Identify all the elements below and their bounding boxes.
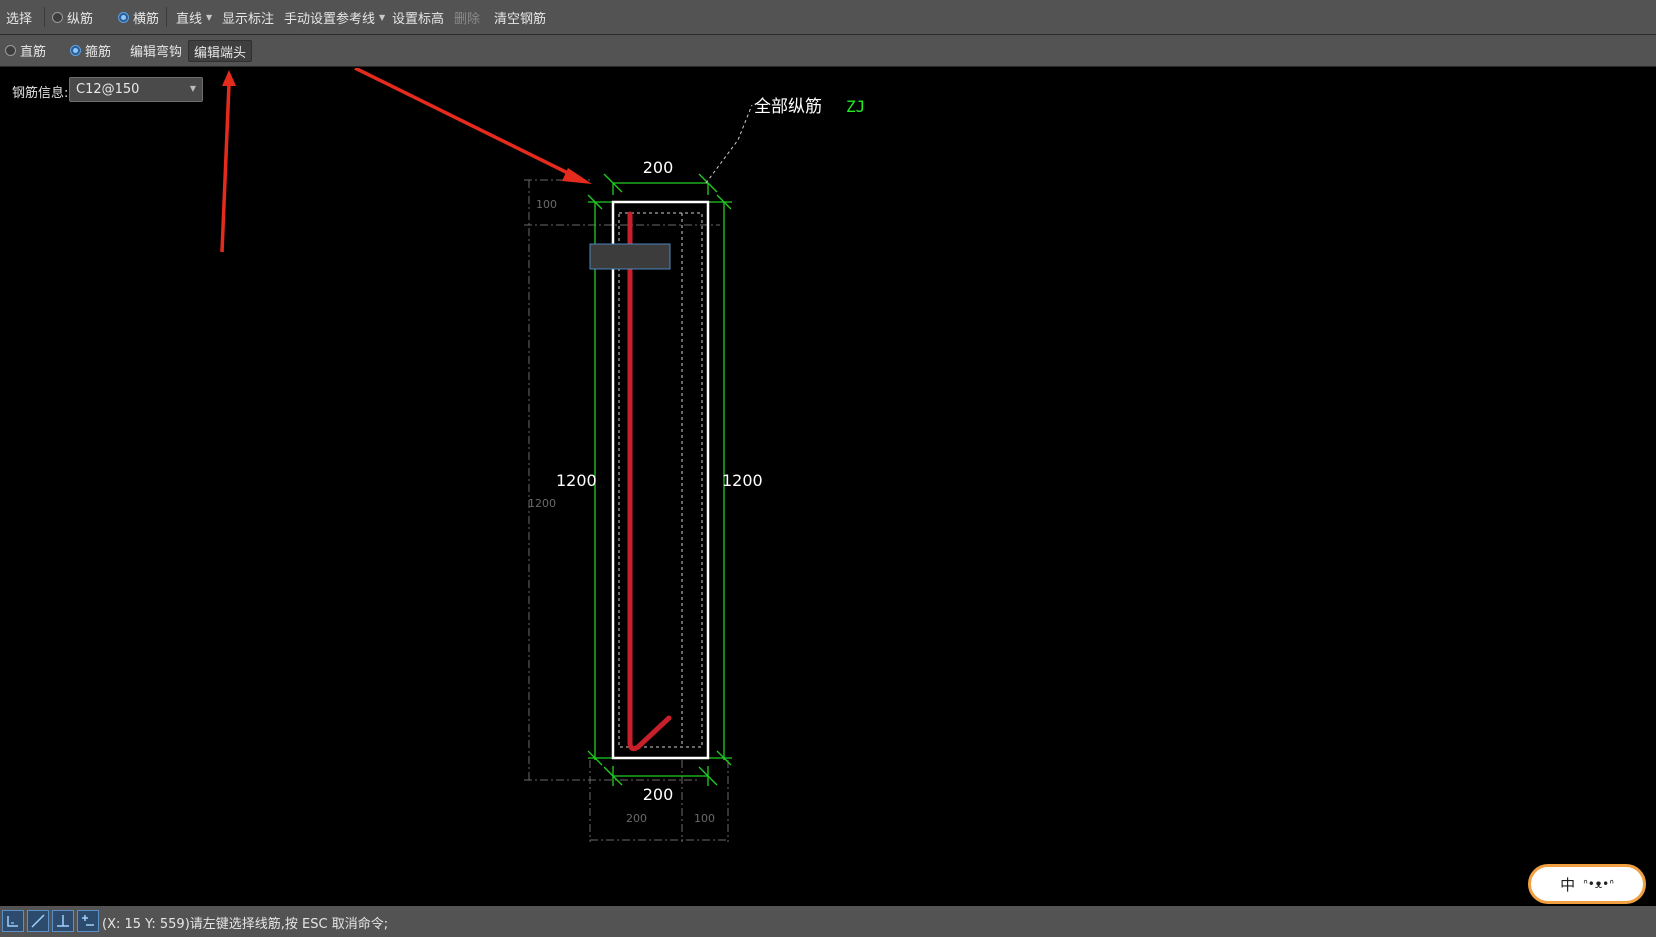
delete-button[interactable]: 删除 — [454, 0, 480, 34]
diagonal-line-icon — [31, 914, 45, 928]
dim-left-label: 1200 — [556, 471, 597, 490]
callout-leader — [705, 104, 753, 184]
longitudinal-radio[interactable]: 纵筋 — [52, 0, 93, 34]
select-button[interactable]: 选择 — [6, 0, 32, 34]
radio-checked-icon — [70, 45, 81, 56]
faint-dim-label: 100 — [536, 198, 557, 211]
edit-end-label: 编辑端头 — [194, 45, 247, 61]
annotation-arrows — [220, 68, 592, 253]
section-drawing: 全部纵筋 ZJ 200 200 1200 1200 100 1200 200 1… — [220, 68, 865, 842]
status-bar: (X: 15 Y: 559)请左键选择线筋,按 ESC 取消命令; — [0, 906, 1656, 937]
ortho-snap-button[interactable] — [2, 910, 24, 932]
line-type-dropdown[interactable]: 直线 ▼ — [176, 0, 212, 34]
transverse-label: 横筋 — [133, 11, 160, 27]
edit-end-button[interactable]: 编辑端头 — [188, 40, 253, 62]
radio-checked-icon — [118, 11, 129, 23]
toolbar-divider — [166, 7, 167, 27]
arrow-head-icon — [222, 70, 236, 86]
cat-face-icon: ᐢ•ᴥ•ᐢ — [1583, 877, 1614, 891]
column-outline — [611, 200, 710, 760]
callout-text: 全部纵筋 — [754, 97, 822, 117]
edit-hook-button[interactable]: 编辑弯钩 — [130, 35, 182, 66]
longitudinal-label: 纵筋 — [67, 11, 94, 27]
toolbar-divider — [44, 7, 45, 27]
chevron-down-icon: ▼ — [206, 12, 213, 22]
select-label: 选择 — [6, 11, 33, 27]
callout-code: ZJ — [846, 97, 865, 116]
dim-bottom-label: 200 — [643, 785, 674, 804]
clear-rebar-button[interactable]: 清空钢筋 — [494, 0, 546, 34]
radio-unchecked-icon — [52, 11, 63, 23]
chevron-down-icon: ▼ — [379, 12, 386, 22]
faint-dim-label: 100 — [694, 812, 715, 825]
annotation-arrow-line — [220, 83, 231, 253]
manual-refline-label: 手动设置参考线 — [284, 11, 376, 27]
straight-radio[interactable]: 直筋 — [5, 35, 46, 66]
dim-top-label: 200 — [643, 158, 674, 177]
perpendicular-icon — [57, 915, 69, 927]
main-toolbar: 选择 纵筋 横筋 直线 ▼ 显示标注 手动设置参考线 ▼ 设置标高 删除 清空钢… — [0, 0, 1656, 35]
drawing-canvas[interactable]: 全部纵筋 ZJ 200 200 1200 1200 100 1200 200 1… — [0, 68, 1656, 906]
manual-refline-dropdown[interactable]: 手动设置参考线 ▼ — [284, 0, 385, 34]
perpendicular-snap-button[interactable] — [52, 910, 74, 932]
faint-dim-label: 1200 — [528, 497, 556, 510]
set-elevation-label: 设置标高 — [392, 11, 445, 27]
sub-toolbar: 直筋 箍筋 编辑弯钩 编辑端头 — [0, 35, 1656, 67]
line-snap-button[interactable] — [27, 910, 49, 932]
extend-icon — [82, 915, 94, 926]
edit-hook-label: 编辑弯钩 — [130, 45, 183, 60]
show-dimensions-label: 显示标注 — [222, 11, 275, 27]
reference-frame — [524, 179, 729, 842]
annotation-arrow-line — [354, 68, 579, 180]
stirrup-radio[interactable]: 箍筋 — [70, 35, 111, 66]
rebar-label-box[interactable] — [589, 243, 671, 270]
rebar-editor-window: 选择 纵筋 横筋 直线 ▼ 显示标注 手动设置参考线 ▼ 设置标高 删除 清空钢… — [0, 0, 1656, 937]
radio-unchecked-icon — [5, 45, 16, 56]
transverse-radio[interactable]: 横筋 — [118, 0, 159, 34]
set-elevation-button[interactable]: 设置标高 — [392, 0, 444, 34]
ime-language-label: 中 — [1560, 875, 1576, 894]
status-message: (X: 15 Y: 559)请左键选择线筋,按 ESC 取消命令; — [102, 917, 389, 932]
show-dimensions-button[interactable]: 显示标注 — [222, 0, 274, 34]
faint-dim-label: 200 — [626, 812, 647, 825]
ime-widget[interactable]: 中 ᐢ•ᴥ•ᐢ — [1528, 864, 1646, 904]
ortho-icon — [7, 916, 18, 927]
extend-snap-button[interactable] — [77, 910, 99, 932]
delete-label: 删除 — [454, 11, 481, 27]
rebar-line[interactable] — [627, 211, 672, 752]
clear-rebar-label: 清空钢筋 — [494, 11, 547, 27]
dim-right-label: 1200 — [722, 471, 763, 490]
straight-label: 直筋 — [20, 45, 47, 60]
line-type-label: 直线 — [176, 11, 203, 27]
stirrup-label: 箍筋 — [85, 45, 112, 60]
